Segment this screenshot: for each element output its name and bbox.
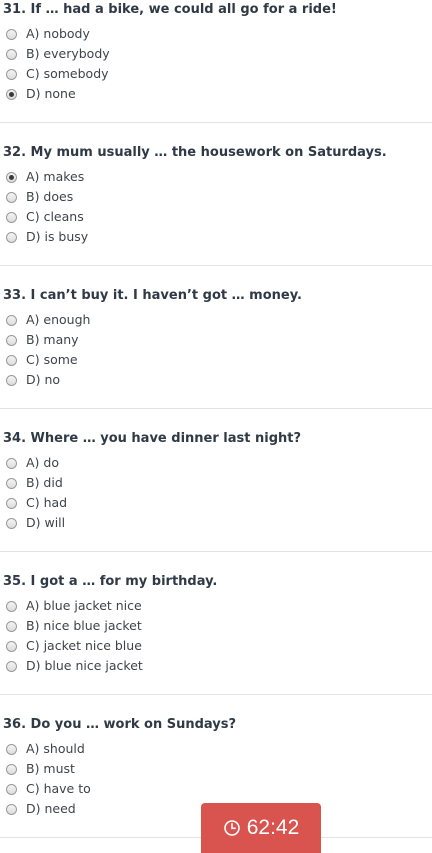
option-label: D) no — [26, 372, 61, 387]
radio-button[interactable] — [6, 28, 17, 40]
option-label: C) have to — [26, 781, 91, 796]
radio-button[interactable] — [6, 457, 17, 469]
radio-button[interactable] — [6, 314, 17, 326]
question-title: 35. I got a … for my birthday. — [3, 574, 218, 589]
option-c[interactable]: C) had — [6, 494, 67, 512]
radio-button[interactable] — [6, 374, 17, 386]
divider — [0, 694, 432, 695]
question-title: 34. Where … you have dinner last night? — [3, 431, 302, 446]
option-a[interactable]: A) enough — [6, 311, 90, 329]
timer-text: 62:42 — [246, 816, 300, 839]
option-label: A) nobody — [26, 26, 90, 41]
option-label: A) should — [26, 741, 85, 756]
option-b[interactable]: B) must — [6, 760, 75, 778]
radio-button[interactable] — [6, 68, 17, 80]
option-label: D) need — [26, 801, 76, 816]
option-label: B) did — [26, 475, 63, 490]
radio-button[interactable] — [6, 48, 17, 60]
option-label: C) some — [26, 352, 78, 367]
option-a[interactable]: A) makes — [6, 168, 84, 186]
radio-button[interactable] — [6, 660, 17, 672]
option-d[interactable]: D) no — [6, 371, 60, 389]
radio-button[interactable] — [6, 191, 17, 203]
question-title: 31. If … had a bike, we could all go for… — [3, 2, 337, 17]
divider — [0, 122, 432, 123]
question-title: 33. I can’t buy it. I haven’t got … mone… — [3, 288, 302, 303]
timer-badge[interactable]: 62:42 — [201, 803, 321, 853]
option-c[interactable]: C) have to — [6, 780, 91, 798]
radio-button[interactable] — [6, 763, 17, 775]
radio-button[interactable] — [6, 783, 17, 795]
radio-button[interactable] — [6, 600, 17, 612]
option-a[interactable]: A) nobody — [6, 25, 90, 43]
option-b[interactable]: B) everybody — [6, 45, 110, 63]
option-d[interactable]: D) will — [6, 514, 65, 532]
option-label: A) makes — [26, 169, 85, 184]
option-label: D) will — [26, 515, 66, 530]
option-label: D) none — [26, 86, 76, 101]
option-b[interactable]: B) many — [6, 331, 79, 349]
option-c[interactable]: C) jacket nice blue — [6, 637, 142, 655]
option-label: A) do — [26, 455, 59, 470]
option-label: B) must — [26, 761, 75, 776]
option-d[interactable]: D) none — [6, 85, 76, 103]
option-label: C) jacket nice blue — [26, 638, 142, 653]
option-label: D) is busy — [26, 229, 89, 244]
option-label: B) nice blue jacket — [26, 618, 142, 633]
option-c[interactable]: C) some — [6, 351, 78, 369]
option-label: B) many — [26, 332, 79, 347]
radio-button[interactable] — [6, 620, 17, 632]
question-title: 36. Do you … work on Sundays? — [3, 717, 237, 732]
option-b[interactable]: B) did — [6, 474, 63, 492]
option-label: A) blue jacket nice — [26, 598, 142, 613]
radio-button[interactable] — [6, 803, 17, 815]
radio-button[interactable] — [6, 517, 17, 529]
option-c[interactable]: C) somebody — [6, 65, 109, 83]
radio-button[interactable] — [6, 640, 17, 652]
option-b[interactable]: B) does — [6, 188, 73, 206]
radio-button-selected[interactable] — [6, 171, 17, 183]
option-label: C) somebody — [26, 66, 109, 81]
clock-icon — [223, 820, 240, 836]
option-d[interactable]: D) blue nice jacket — [6, 657, 143, 675]
option-b[interactable]: B) nice blue jacket — [6, 617, 142, 635]
option-label: D) blue nice jacket — [26, 658, 143, 673]
radio-button[interactable] — [6, 354, 17, 366]
radio-button[interactable] — [6, 211, 17, 223]
option-label: B) everybody — [26, 46, 110, 61]
option-label: B) does — [26, 189, 74, 204]
divider — [0, 265, 432, 266]
radio-button[interactable] — [6, 334, 17, 346]
option-d[interactable]: D) is busy — [6, 228, 88, 246]
radio-button[interactable] — [6, 477, 17, 489]
divider — [0, 408, 432, 409]
question-title: 32. My mum usually … the housework on Sa… — [3, 145, 387, 160]
option-c[interactable]: C) cleans — [6, 208, 84, 226]
option-d[interactable]: D) need — [6, 800, 76, 818]
option-label: C) had — [26, 495, 68, 510]
radio-button-selected[interactable] — [6, 88, 17, 100]
radio-button[interactable] — [6, 743, 17, 755]
radio-button[interactable] — [6, 497, 17, 509]
option-label: C) cleans — [26, 209, 84, 224]
option-a[interactable]: A) blue jacket nice — [6, 597, 142, 615]
option-a[interactable]: A) do — [6, 454, 59, 472]
radio-button[interactable] — [6, 231, 17, 243]
divider — [0, 551, 432, 552]
option-a[interactable]: A) should — [6, 740, 85, 758]
option-label: A) enough — [26, 312, 91, 327]
